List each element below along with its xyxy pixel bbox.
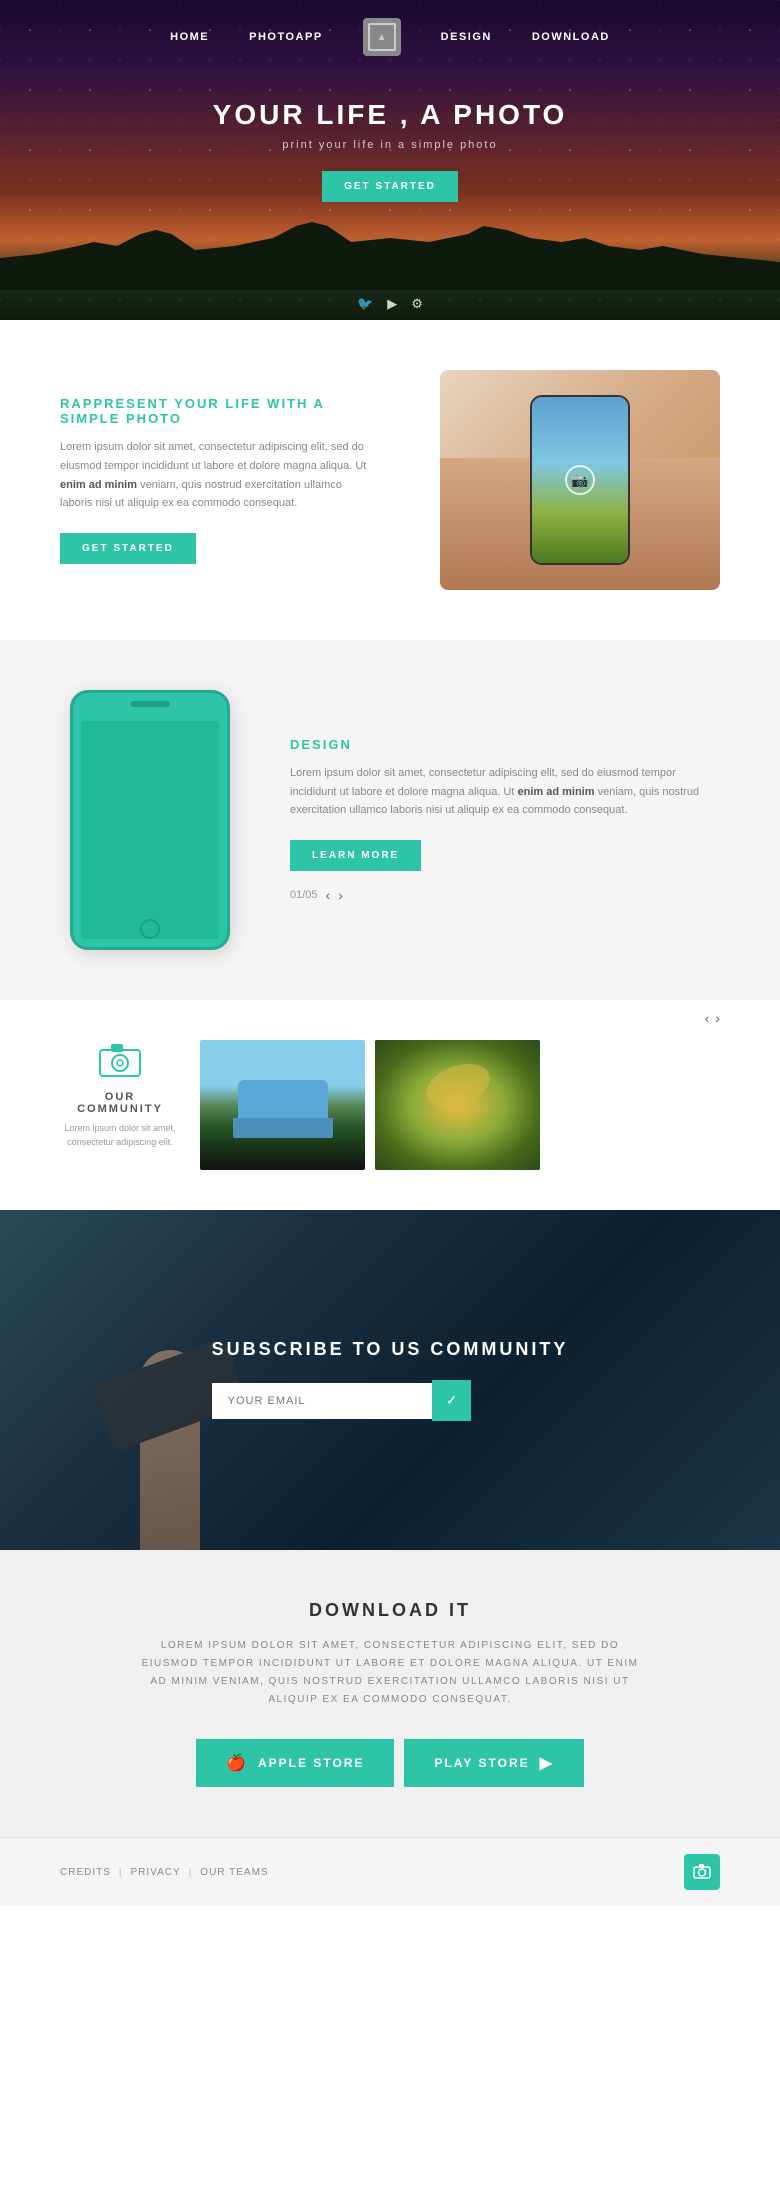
footer-credits[interactable]: CREDITS (60, 1867, 111, 1878)
logo-icon (368, 23, 396, 51)
design-phone-container (60, 690, 240, 950)
next-arrow[interactable]: › (338, 887, 343, 903)
phone-device: 📷 (530, 395, 630, 565)
footer-sep-1: | (119, 1867, 123, 1878)
community-photo-1 (200, 1040, 365, 1170)
download-title: DOWNLOAD IT (80, 1600, 700, 1621)
green-phone-mockup (70, 690, 230, 950)
play-icon: ▶ (540, 1753, 554, 1773)
main-nav: HOME PHOTOAPP DESIGN DOWNLOAD (0, 0, 780, 74)
community-section: OUR COMMUNITY Lorem ipsum dolor sit amet… (0, 1000, 780, 1210)
represent-body: Lorem ipsum dolor sit amet, consectetur … (60, 438, 370, 513)
design-cta-button[interactable]: LEARN MORE (290, 840, 421, 871)
represent-text: RAPPRESENT YOUR LIFE WITH A SIMPLE PHOTO… (60, 396, 370, 564)
youtube-icon[interactable]: ▶ (387, 296, 397, 312)
email-input[interactable] (212, 1383, 432, 1419)
play-store-label: PLAY Store (434, 1756, 529, 1770)
apple-icon: 🍎 (226, 1753, 248, 1773)
apple-store-button[interactable]: 🍎 AppLE Store (196, 1739, 394, 1787)
community-title: OUR COMMUNITY (60, 1091, 180, 1115)
community-desc: Lorem ipsum dolor sit amet, consectetur … (60, 1121, 180, 1150)
subscribe-submit-button[interactable]: ✓ (432, 1380, 472, 1421)
footer-sep-2: | (189, 1867, 193, 1878)
gallery-next[interactable]: › (715, 1010, 720, 1026)
hero-socials: 🐦 ▶ ⚙ (357, 296, 423, 312)
design-text: DESIGN Lorem ipsum dolor sit amet, conse… (290, 737, 720, 903)
represent-cta-button[interactable]: GET STARTED (60, 533, 196, 564)
footer-links: CREDITS | PRIVACY | OUR TEAMS (60, 1867, 269, 1878)
represent-heading: RAPPRESENT YOUR LIFE WITH A SIMPLE PHOTO (60, 396, 370, 426)
store-buttons: 🍎 AppLE Store PLAY Store ▶ (80, 1739, 700, 1787)
play-store-button[interactable]: PLAY Store ▶ (404, 1739, 583, 1787)
design-pagination: 01/05 ‹ › (290, 887, 720, 903)
represent-section: RAPPRESENT YOUR LIFE WITH A SIMPLE PHOTO… (0, 320, 780, 640)
hero-title: YOUR LIFE , A PHOTO (213, 99, 568, 131)
community-left: OUR COMMUNITY Lorem ipsum dolor sit amet… (60, 1040, 180, 1150)
pagination-text: 01/05 (290, 889, 318, 901)
twitter-icon[interactable]: 🐦 (357, 296, 373, 312)
download-body: LOREM IPSUM DOLOR SIT AMET, CONSECTETUR … (140, 1637, 640, 1709)
design-body: Lorem ipsum dolor sit amet, consectetur … (290, 764, 720, 820)
hero-content: YOUR LIFE , A PHOTO print your life in a… (213, 99, 568, 202)
download-section: DOWNLOAD IT LOREM IPSUM DOLOR SIT AMET, … (0, 1550, 780, 1837)
footer-privacy[interactable]: PRIVACY (131, 1867, 181, 1878)
subscribe-section: SUBSCRIBE TO US COMMUNITY ✓ (0, 1210, 780, 1550)
nav-design[interactable]: DESIGN (441, 31, 492, 43)
subscribe-content: SUBSCRIBE TO US COMMUNITY ✓ (212, 1339, 569, 1421)
design-heading: DESIGN (290, 737, 720, 752)
footer-our-teams[interactable]: OUR TEAMS (200, 1867, 268, 1878)
phone-screen: 📷 (532, 397, 628, 563)
subscribe-form: ✓ (212, 1380, 569, 1421)
settings-icon[interactable]: ⚙ (411, 296, 423, 312)
hero-section: HOME PHOTOAPP DESIGN DOWNLOAD YOUR LIFE … (0, 0, 780, 320)
gallery-nav: ‹ › (705, 1010, 720, 1026)
nav-photoapp[interactable]: PHOTOAPP (249, 31, 323, 43)
phone-notch (130, 701, 170, 707)
hand-bg: 📷 (440, 370, 720, 590)
footer-logo-icon (684, 1854, 720, 1890)
community-photos (200, 1040, 720, 1170)
community-photo-2 (375, 1040, 540, 1170)
phone-hand-image: 📷 (440, 370, 720, 590)
prev-arrow[interactable]: ‹ (326, 887, 331, 903)
leaves-image (375, 1040, 540, 1170)
represent-image: 📷 (410, 370, 720, 590)
phone-green-screen (81, 721, 219, 939)
camera-community-icon (95, 1040, 145, 1080)
hero-subtitle: print your life in a simple photo (213, 139, 568, 151)
gallery-prev[interactable]: ‹ (705, 1010, 710, 1026)
hero-cta-button[interactable]: GET STARTED (322, 171, 458, 202)
nav-home[interactable]: HOME (170, 31, 209, 43)
camera-screen-icon: 📷 (565, 465, 595, 495)
design-section: DESIGN Lorem ipsum dolor sit amet, conse… (0, 640, 780, 1000)
subscribe-title: SUBSCRIBE TO US COMMUNITY (212, 1339, 569, 1360)
footer: CREDITS | PRIVACY | OUR TEAMS (0, 1837, 780, 1906)
apple-store-label: AppLE Store (258, 1756, 364, 1770)
nav-download[interactable]: DOWNLOAD (532, 31, 610, 43)
nav-logo (363, 18, 401, 56)
